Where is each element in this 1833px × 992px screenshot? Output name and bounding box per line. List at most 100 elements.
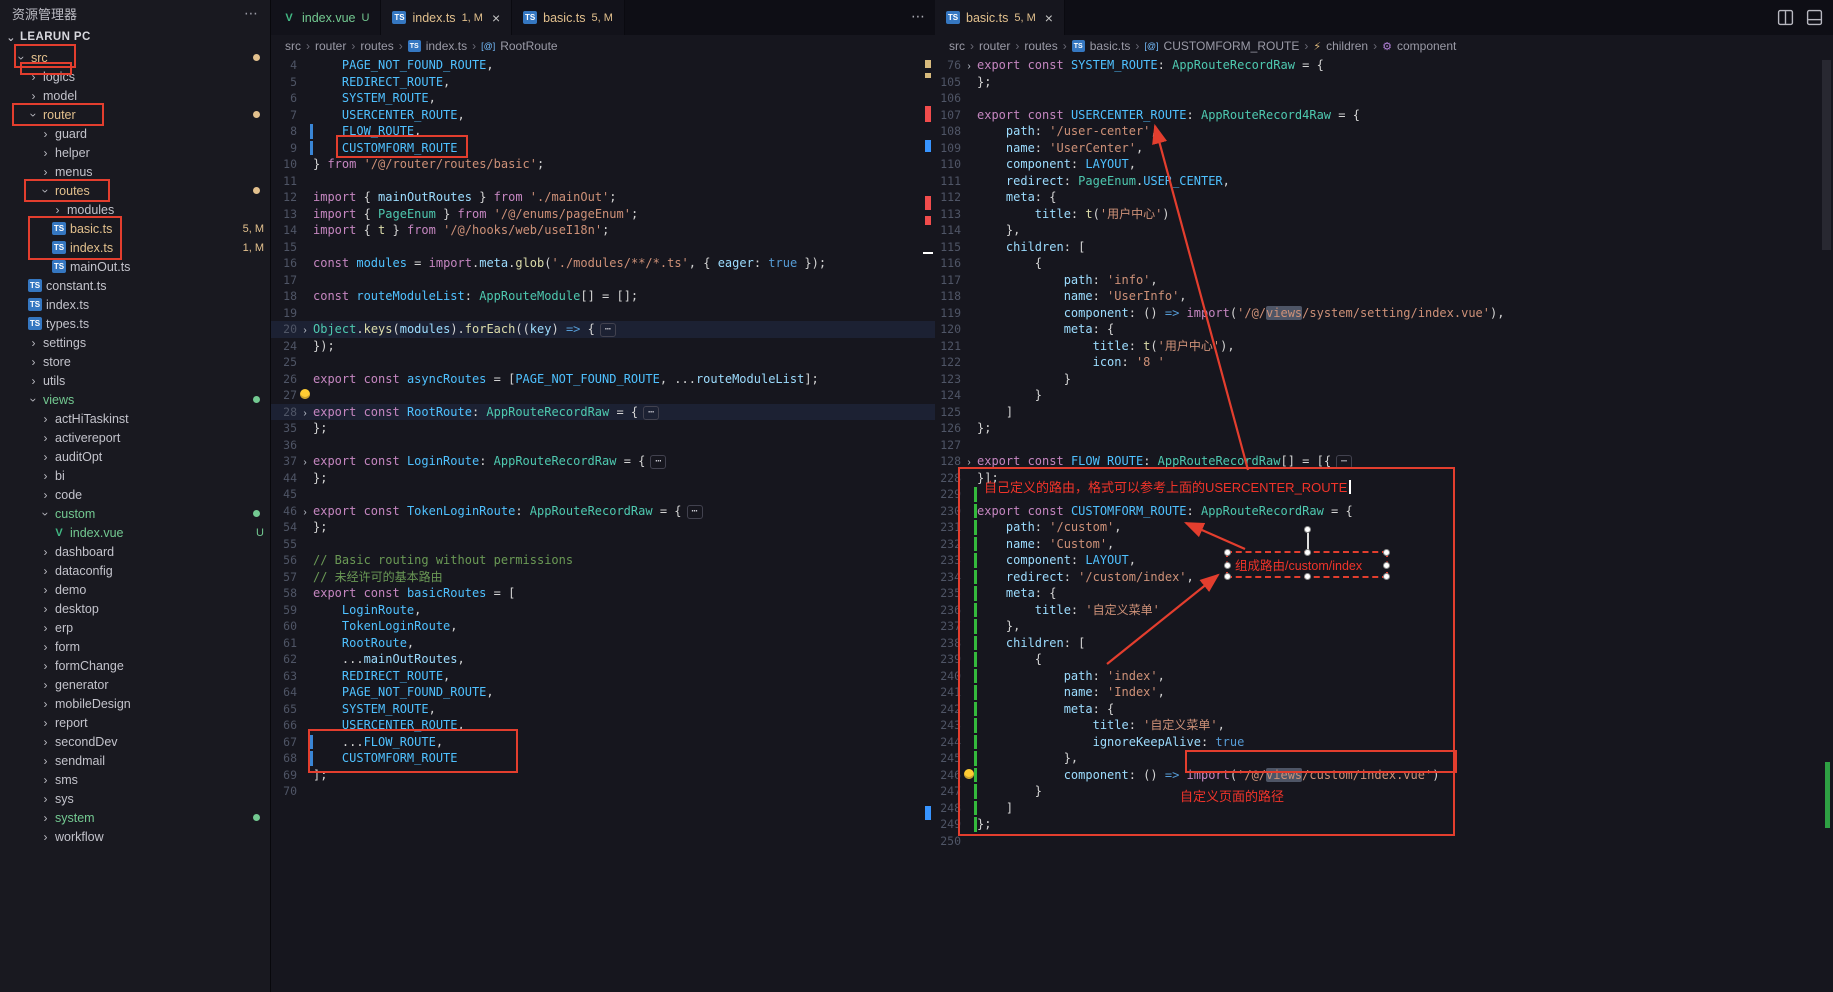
code-line-111[interactable]: 111 redirect: PageEnum.USER_CENTER, [935, 173, 1833, 190]
code-line-12[interactable]: 12import { mainOutRoutes } from './mainO… [271, 189, 935, 206]
breadcrumb-item[interactable]: src [949, 39, 965, 53]
code-line-234[interactable]: 234 redirect: '/custom/index', [935, 569, 1833, 586]
code-line-110[interactable]: 110 component: LAYOUT, [935, 156, 1833, 173]
tree-folder-actHiTaskinst[interactable]: ›actHiTaskinst [0, 409, 270, 428]
tree-folder-menus[interactable]: ›menus [0, 162, 270, 181]
code-line-64[interactable]: 64 PAGE_NOT_FOUND_ROUTE, [271, 684, 935, 701]
code-line-6[interactable]: 6 SYSTEM_ROUTE, [271, 90, 935, 107]
code-line-128[interactable]: 128›export const FLOW_ROUTE: AppRouteRec… [935, 453, 1833, 470]
code-line-233[interactable]: 233 component: LAYOUT, [935, 552, 1833, 569]
code-line-15[interactable]: 15 [271, 239, 935, 256]
code-line-7[interactable]: 7 USERCENTER_ROUTE, [271, 107, 935, 124]
code-line-242[interactable]: 242 meta: { [935, 701, 1833, 718]
code-line-25[interactable]: 25 [271, 354, 935, 371]
breadcrumb-item[interactable]: router [979, 39, 1010, 53]
code-line-232[interactable]: 232 name: 'Custom', [935, 536, 1833, 553]
code-line-62[interactable]: 62 ...mainOutRoutes, [271, 651, 935, 668]
code-line-239[interactable]: 239 { [935, 651, 1833, 668]
code-line-69[interactable]: 69]; [271, 767, 935, 784]
code-line-116[interactable]: 116 { [935, 255, 1833, 272]
code-line-28[interactable]: 28›export const RootRoute: AppRouteRecor… [271, 404, 935, 421]
code-line-65[interactable]: 65 SYSTEM_ROUTE, [271, 701, 935, 718]
tree-folder-sms[interactable]: ›sms [0, 770, 270, 789]
tree-folder-desktop[interactable]: ›desktop [0, 599, 270, 618]
code-line-238[interactable]: 238 children: [ [935, 635, 1833, 652]
folded-code-badge[interactable]: ⋯ [1336, 455, 1352, 469]
explorer-more-actions-icon[interactable]: ⋯ [244, 5, 258, 22]
code-line-240[interactable]: 240 path: 'index', [935, 668, 1833, 685]
tree-folder-model[interactable]: ›model [0, 86, 270, 105]
code-line-119[interactable]: 119 component: () => import('/@/views/sy… [935, 305, 1833, 322]
tree-folder-demo[interactable]: ›demo [0, 580, 270, 599]
code-line-19[interactable]: 19 [271, 305, 935, 322]
code-line-14[interactable]: 14import { t } from '/@/hooks/web/useI18… [271, 222, 935, 239]
code-line-114[interactable]: 114 }, [935, 222, 1833, 239]
tree-folder-dataconfig[interactable]: ›dataconfig [0, 561, 270, 580]
code-line-235[interactable]: 235 meta: { [935, 585, 1833, 602]
code-line-24[interactable]: 24}); [271, 338, 935, 355]
tree-file-basic.ts[interactable]: TSbasic.ts5, M [0, 219, 270, 238]
code-line-70[interactable]: 70 [271, 783, 935, 800]
code-line-247[interactable]: 247 } [935, 783, 1833, 800]
tree-file-index.ts[interactable]: TSindex.ts1, M [0, 238, 270, 257]
code-line-36[interactable]: 36 [271, 437, 935, 454]
code-line-120[interactable]: 120 meta: { [935, 321, 1833, 338]
tree-folder-activereport[interactable]: ›activereport [0, 428, 270, 447]
breadcrumb-item[interactable]: src [285, 39, 301, 53]
breadcrumb-item[interactable]: CUSTOMFORM_ROUTE [1164, 39, 1300, 53]
code-line-20[interactable]: 20›Object.keys(modules).forEach((key) =>… [271, 321, 935, 338]
code-line-46[interactable]: 46›export const TokenLoginRoute: AppRout… [271, 503, 935, 520]
tree-folder-report[interactable]: ›report [0, 713, 270, 732]
tree-folder-settings[interactable]: ›settings [0, 333, 270, 352]
code-line-125[interactable]: 125 ] [935, 404, 1833, 421]
code-line-66[interactable]: 66 USERCENTER_ROUTE, [271, 717, 935, 734]
code-line-105[interactable]: 105}; [935, 74, 1833, 91]
tree-folder-code[interactable]: ›code [0, 485, 270, 504]
tree-folder-custom[interactable]: ›custom [0, 504, 270, 523]
code-line-37[interactable]: 37›export const LoginRoute: AppRouteReco… [271, 453, 935, 470]
code-line-10[interactable]: 10} from '/@/router/routes/basic'; [271, 156, 935, 173]
tree-folder-mobileDesign[interactable]: ›mobileDesign [0, 694, 270, 713]
code-line-246[interactable]: 246 component: () => import('/@/views/cu… [935, 767, 1833, 784]
breadcrumb-item[interactable]: children [1326, 39, 1368, 53]
fold-chevron-icon[interactable]: › [303, 507, 306, 518]
breadcrumb-item[interactable]: router [315, 39, 346, 53]
code-line-244[interactable]: 244 ignoreKeepAlive: true [935, 734, 1833, 751]
code-line-126[interactable]: 126}; [935, 420, 1833, 437]
close-icon[interactable]: × [492, 10, 500, 26]
code-line-115[interactable]: 115 children: [ [935, 239, 1833, 256]
code-line-241[interactable]: 241 name: 'Index', [935, 684, 1833, 701]
lightbulb-icon[interactable] [300, 389, 310, 399]
code-line-109[interactable]: 109 name: 'UserCenter', [935, 140, 1833, 157]
tree-folder-secondDev[interactable]: ›secondDev [0, 732, 270, 751]
code-line-63[interactable]: 63 REDIRECT_ROUTE, [271, 668, 935, 685]
code-line-249[interactable]: 249}; [935, 816, 1833, 833]
code-line-8[interactable]: 8 FLOW_ROUTE, [271, 123, 935, 140]
code-line-113[interactable]: 113 title: t('用户中心') [935, 206, 1833, 223]
code-line-4[interactable]: 4 PAGE_NOT_FOUND_ROUTE, [271, 57, 935, 74]
code-line-243[interactable]: 243 title: '自定义菜单', [935, 717, 1833, 734]
folded-code-badge[interactable]: ⋯ [600, 323, 616, 337]
code-line-230[interactable]: 230export const CUSTOMFORM_ROUTE: AppRou… [935, 503, 1833, 520]
tree-folder-guard[interactable]: ›guard [0, 124, 270, 143]
code-line-237[interactable]: 237 }, [935, 618, 1833, 635]
tree-folder-sendmail[interactable]: ›sendmail [0, 751, 270, 770]
tree-folder-system[interactable]: ›system [0, 808, 270, 827]
code-line-112[interactable]: 112 meta: { [935, 189, 1833, 206]
tree-folder-modules[interactable]: ›modules [0, 200, 270, 219]
code-line-16[interactable]: 16const modules = import.meta.glob('./mo… [271, 255, 935, 272]
code-line-121[interactable]: 121 title: t('用户中心'), [935, 338, 1833, 355]
code-line-124[interactable]: 124 } [935, 387, 1833, 404]
code-line-11[interactable]: 11 [271, 173, 935, 190]
split-editor-icon[interactable] [1777, 9, 1794, 26]
tree-file-mainOut.ts[interactable]: TSmainOut.ts [0, 257, 270, 276]
code-line-231[interactable]: 231 path: '/custom', [935, 519, 1833, 536]
code-line-13[interactable]: 13import { PageEnum } from '/@/enums/pag… [271, 206, 935, 223]
code-line-55[interactable]: 55 [271, 536, 935, 553]
tree-folder-routes[interactable]: ›routes [0, 181, 270, 200]
code-line-58[interactable]: 58export const basicRoutes = [ [271, 585, 935, 602]
code-line-60[interactable]: 60 TokenLoginRoute, [271, 618, 935, 635]
code-line-118[interactable]: 118 name: 'UserInfo', [935, 288, 1833, 305]
code-line-18[interactable]: 18const routeModuleList: AppRouteModule[… [271, 288, 935, 305]
lightbulb-icon[interactable] [964, 769, 974, 779]
